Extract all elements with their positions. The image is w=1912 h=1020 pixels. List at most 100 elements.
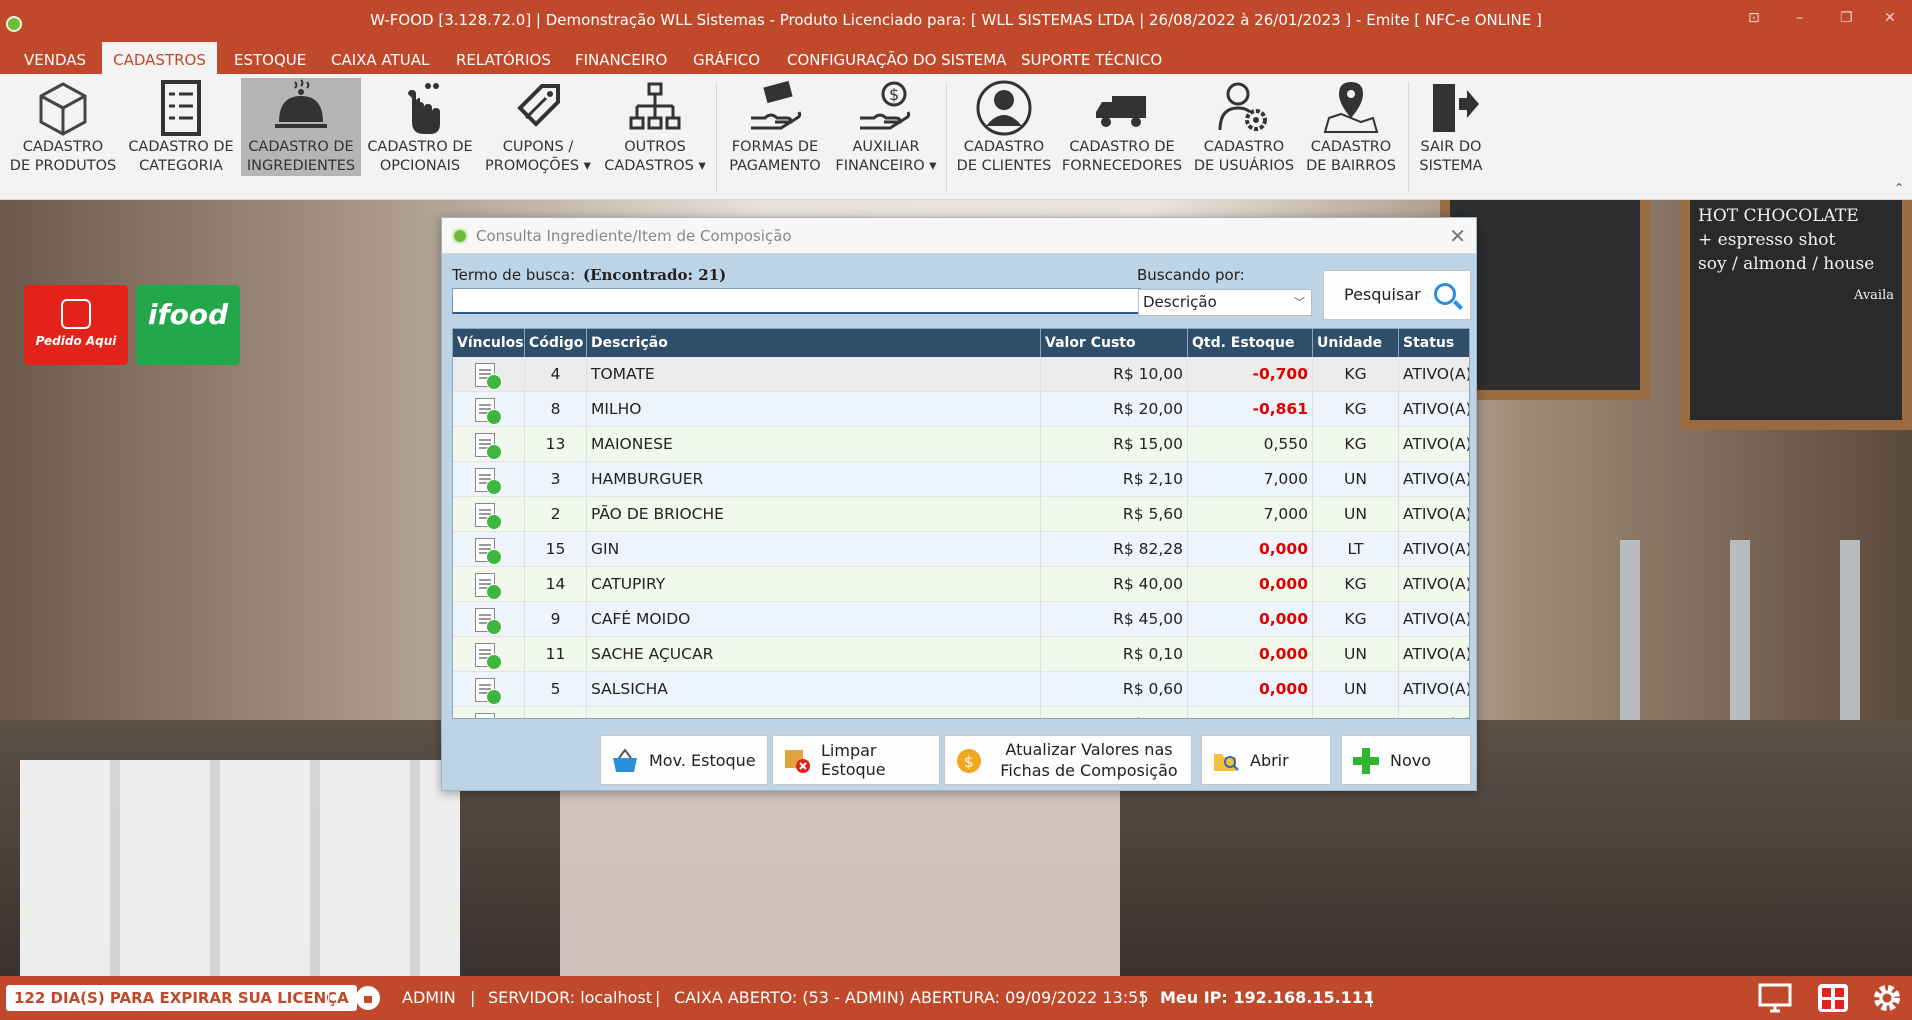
unidade-cell: UN bbox=[1313, 637, 1399, 672]
document-check-icon bbox=[475, 678, 502, 705]
novo-button[interactable]: Novo bbox=[1341, 735, 1471, 785]
unidade-cell: KG bbox=[1313, 357, 1399, 392]
ribbon-cadastro-clientes[interactable]: CADASTRO DE CLIENTES bbox=[952, 78, 1056, 176]
table-row[interactable]: 13 MAIONESE R$ 15,00 0,550 KG ATIVO(A) bbox=[453, 427, 1469, 462]
qtd-cell: 0,000 bbox=[1188, 532, 1313, 567]
table-row[interactable]: 14 CATUPIRY R$ 40,00 0,000 KG ATIVO(A) bbox=[453, 567, 1469, 602]
coin-hand-icon: $ bbox=[860, 81, 911, 130]
search-by-select[interactable]: Descrição ﹀ bbox=[1138, 289, 1312, 316]
ribbon-cadastro-fornecedores[interactable]: CADASTRO DE FORNECEDORES bbox=[1060, 78, 1184, 176]
codigo-cell: 8 bbox=[525, 392, 587, 427]
descricao-cell: CATUPIRY bbox=[587, 567, 1041, 602]
pedido-aqui-status-icon[interactable] bbox=[1816, 982, 1850, 1014]
ribbon-formas-pagamento[interactable]: FORMAS DE PAGAMENTO bbox=[722, 78, 828, 176]
table-row[interactable]: 12ADOCANTER$ 0,000,000UNATIVO(A) bbox=[453, 707, 1469, 718]
valor-cell: R$ 40,00 bbox=[1041, 567, 1188, 602]
tab-cadastros[interactable]: CADASTROS bbox=[102, 42, 217, 74]
unidade-cell: UN bbox=[1313, 707, 1399, 718]
ribbon-cadastro-produtos[interactable]: CADASTRO DE PRODUTOS bbox=[6, 78, 120, 176]
ribbon-cadastro-opcionais[interactable]: CADASTRO DE OPCIONAIS bbox=[364, 78, 476, 176]
col-vinculos[interactable]: Vínculos bbox=[453, 329, 525, 357]
table-row[interactable]: 2 PÃO DE BRIOCHE R$ 5,60 7,000 UN ATIVO(A) bbox=[453, 497, 1469, 532]
unidade-cell: UN bbox=[1313, 462, 1399, 497]
table-row[interactable]: 15 GIN R$ 82,28 0,000 LT ATIVO(A) bbox=[453, 532, 1469, 567]
col-valor-custo[interactable]: Valor Custo bbox=[1041, 329, 1188, 357]
tab-caixa-atual[interactable]: CAIXA ATUAL bbox=[331, 42, 429, 74]
ribbon-cadastro-ingredientes[interactable]: CADASTRO DE INGREDIENTES bbox=[241, 78, 361, 176]
vinculo-cell[interactable] bbox=[453, 357, 525, 392]
monitor-icon[interactable] bbox=[1758, 982, 1792, 1014]
document-check-icon bbox=[475, 573, 502, 600]
document-check-icon bbox=[475, 468, 502, 495]
abrir-button[interactable]: Abrir bbox=[1201, 735, 1331, 785]
restore-icon[interactable]: ⊡ bbox=[1748, 10, 1760, 26]
vinculo-cell[interactable] bbox=[453, 672, 525, 707]
dialog-title: Consulta Ingrediente/Item de Composição bbox=[476, 227, 792, 245]
ribbon-cadastro-bairros[interactable]: CADASTRO DE BAIRROS bbox=[1302, 78, 1400, 176]
table-row[interactable]: 8 MILHO R$ 20,00 -0,861 KG ATIVO(A) bbox=[453, 392, 1469, 427]
tab-vendas[interactable]: VENDAS bbox=[24, 42, 86, 74]
exit-icon bbox=[1433, 84, 1479, 132]
col-codigo[interactable]: Código bbox=[525, 329, 587, 357]
document-check-icon bbox=[475, 433, 502, 460]
table-row[interactable]: 4 TOMATE R$ 10,00 -0,700 KG ATIVO(A) bbox=[453, 357, 1469, 392]
descricao-cell: SACHE AÇUCAR bbox=[587, 637, 1041, 672]
license-badge[interactable]: 122 DIA(S) PARA EXPIRAR SUA LICENÇA bbox=[6, 985, 357, 1011]
ribbon-cupons-promocoes[interactable]: CUPONS / PROMOÇÕES ▾ bbox=[482, 78, 594, 176]
tab-suporte[interactable]: SUPORTE TÉCNICO bbox=[1021, 42, 1162, 74]
tab-grafico[interactable]: GRÁFICO bbox=[693, 42, 760, 74]
vinculo-cell[interactable] bbox=[453, 532, 525, 567]
status-cell: ATIVO(A) bbox=[1399, 567, 1469, 602]
col-descricao[interactable]: Descrição bbox=[587, 329, 1041, 357]
tab-configuracao[interactable]: CONFIGURAÇÃO DO SISTEMA bbox=[787, 42, 1006, 74]
vinculo-cell[interactable] bbox=[453, 392, 525, 427]
lock-icon[interactable] bbox=[356, 986, 380, 1010]
search-input[interactable] bbox=[452, 288, 1141, 314]
ribbon-outros-cadastros[interactable]: OUTROS CADASTROS ▾ bbox=[600, 78, 710, 176]
vinculo-cell[interactable] bbox=[453, 707, 525, 718]
status-cell: ATIVO(A) bbox=[1399, 497, 1469, 532]
ribbon-collapse-icon[interactable]: ⌃ bbox=[1894, 181, 1904, 195]
maximize-button[interactable]: ❐ bbox=[1840, 10, 1853, 26]
qtd-cell: 0,000 bbox=[1188, 707, 1313, 718]
atualizar-valores-button[interactable]: $ Atualizar Valores nas Fichas de Composi… bbox=[944, 735, 1192, 785]
vinculo-cell[interactable] bbox=[453, 462, 525, 497]
vinculo-cell[interactable] bbox=[453, 497, 525, 532]
tab-financeiro[interactable]: FINANCEIRO bbox=[575, 42, 667, 74]
table-row[interactable]: 11 SACHE AÇUCAR R$ 0,10 0,000 UN ATIVO(A) bbox=[453, 637, 1469, 672]
status-cell: ATIVO(A) bbox=[1399, 392, 1469, 427]
coin-icon: $ bbox=[957, 749, 981, 773]
table-row[interactable]: 3 HAMBURGUER R$ 2,10 7,000 UN ATIVO(A) bbox=[453, 462, 1469, 497]
unidade-cell: UN bbox=[1313, 672, 1399, 707]
vinculo-cell[interactable] bbox=[453, 567, 525, 602]
valor-cell: R$ 0,00 bbox=[1041, 707, 1188, 718]
table-row[interactable]: 5 SALSICHA R$ 0,60 0,000 UN ATIVO(A) bbox=[453, 672, 1469, 707]
status-cell: ATIVO(A) bbox=[1399, 357, 1469, 392]
tab-relatorios[interactable]: RELATÓRIOS bbox=[456, 42, 551, 74]
ribbon-cadastro-usuarios[interactable]: CADASTRO DE USUÁRIOS bbox=[1190, 78, 1298, 176]
dialog-close-button[interactable]: ✕ bbox=[1449, 224, 1466, 248]
ribbon-cadastro-categoria[interactable]: CADASTRO DE CATEGORIA bbox=[122, 78, 240, 176]
table-row[interactable]: 9 CAFÉ MOIDO R$ 45,00 0,000 KG ATIVO(A) bbox=[453, 602, 1469, 637]
search-button[interactable]: Pesquisar bbox=[1323, 270, 1471, 320]
col-qtd-estoque[interactable]: Qtd. Estoque bbox=[1188, 329, 1313, 357]
col-unidade[interactable]: Unidade bbox=[1313, 329, 1399, 357]
tab-estoque[interactable]: ESTOQUE bbox=[234, 42, 306, 74]
limpar-estoque-button[interactable]: Limpar Estoque bbox=[772, 735, 940, 785]
ribbon-auxiliar-financeiro[interactable]: $ AUXILIAR FINANCEIRO ▾ bbox=[832, 78, 940, 176]
pedido-aqui-button[interactable]: Pedido Aqui bbox=[24, 285, 128, 365]
vinculo-cell[interactable] bbox=[453, 637, 525, 672]
vinculo-cell[interactable] bbox=[453, 602, 525, 637]
status-server: SERVIDOR: localhost bbox=[488, 988, 653, 1007]
col-status[interactable]: Status bbox=[1399, 329, 1469, 357]
menu-bar: VENDAS CADASTROS ESTOQUE CAIXA ATUAL REL… bbox=[0, 42, 1912, 74]
ribbon-sair-sistema[interactable]: SAIR DO SISTEMA bbox=[1414, 78, 1488, 176]
mov-estoque-button[interactable]: Mov. Estoque bbox=[600, 735, 768, 785]
close-window-button[interactable]: ✕ bbox=[1884, 10, 1896, 26]
vinculo-cell[interactable] bbox=[453, 427, 525, 462]
gear-icon[interactable] bbox=[1870, 982, 1904, 1014]
codigo-cell: 12 bbox=[525, 707, 587, 718]
minimize-button[interactable]: – bbox=[1796, 10, 1803, 26]
ifood-button[interactable]: ifood bbox=[136, 285, 240, 365]
found-count: (Encontrado: 21) bbox=[583, 266, 727, 284]
